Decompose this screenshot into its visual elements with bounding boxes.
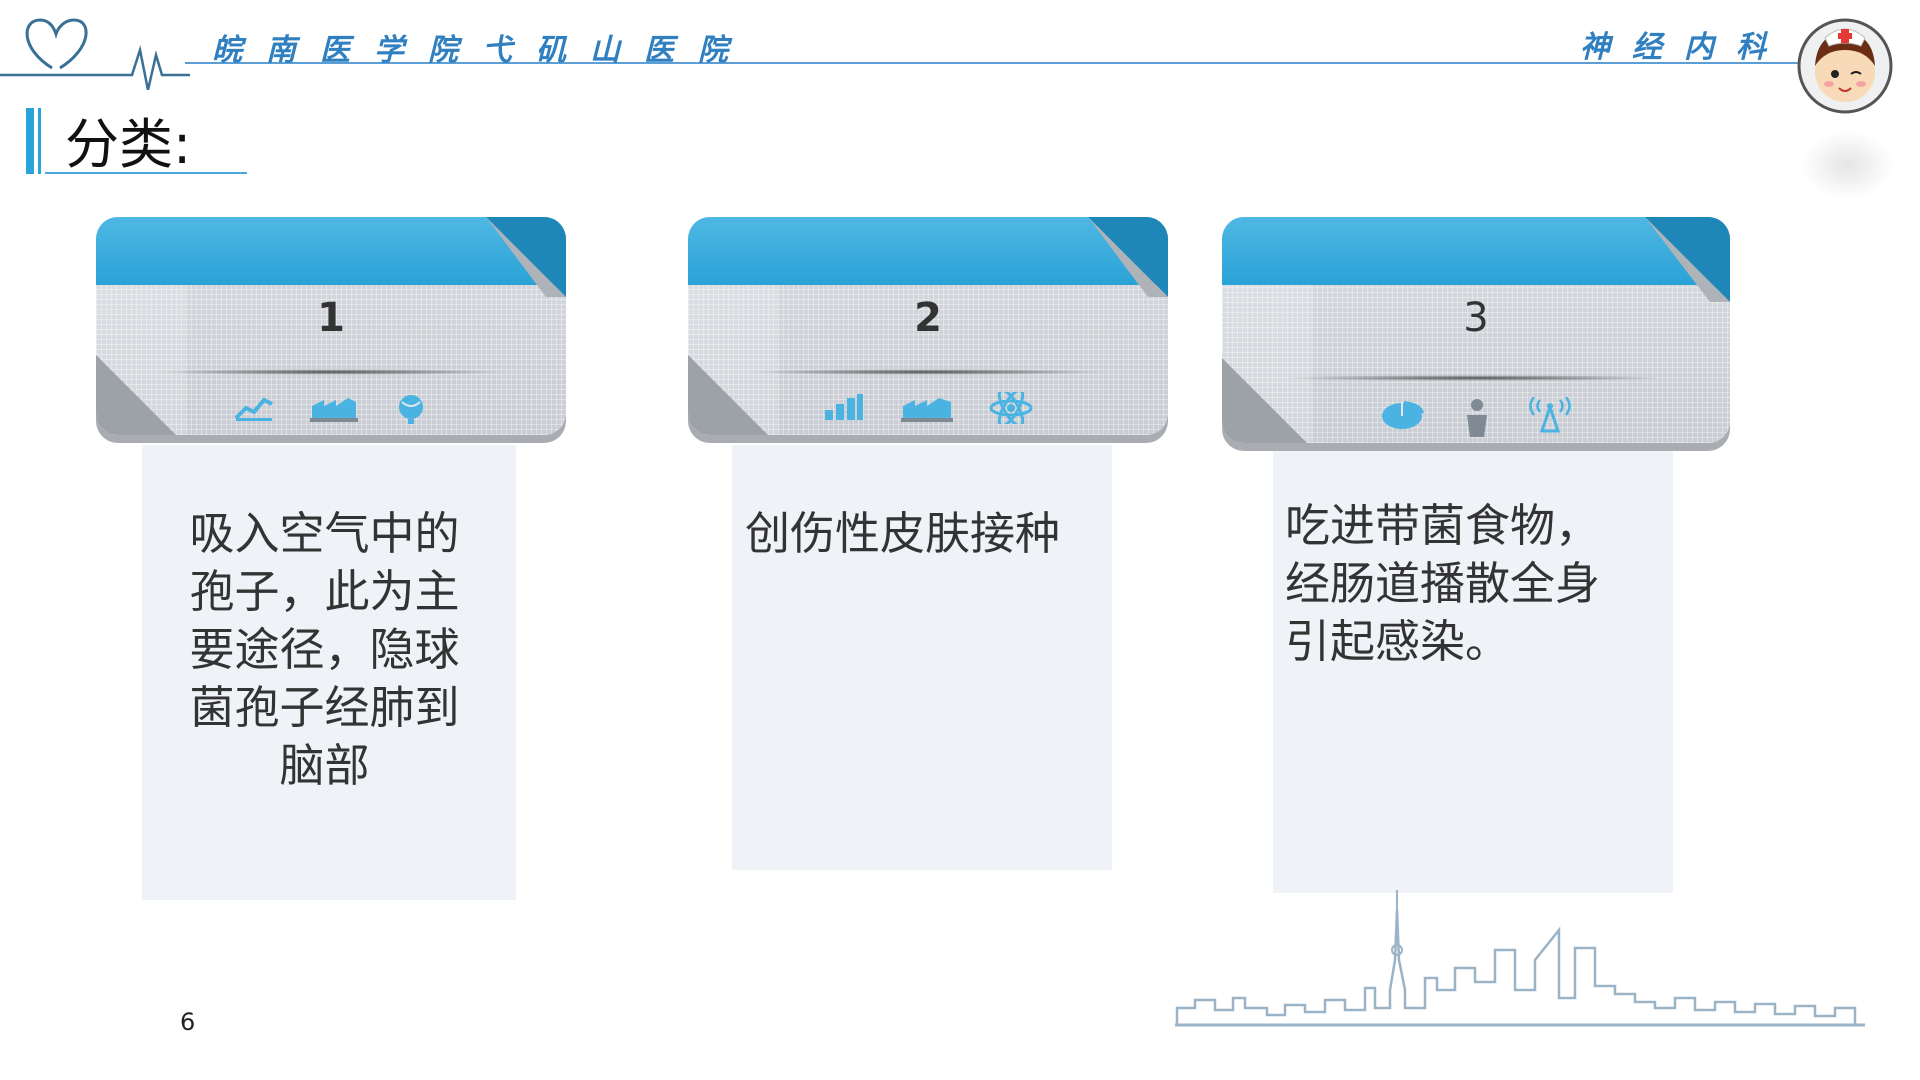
card-3-line-1: 吃进带菌食物， xyxy=(1285,499,1601,552)
card-3-line-2: 经肠道播散全身 xyxy=(1285,557,1601,610)
card-3-text: 吃进带菌食物， 经肠道播散全身 引起感染。 xyxy=(1285,497,1670,671)
globe-icon xyxy=(399,395,423,424)
department-name: 神经内科 xyxy=(1580,30,1788,65)
section-underline xyxy=(45,172,247,174)
person-icon xyxy=(1467,399,1487,437)
card-1-text: 吸入空气中的 孢子，此为主 要途径，隐球 菌孢子经肺到 脑部 xyxy=(162,505,487,795)
line-chart-icon xyxy=(234,397,273,421)
card-2-number: 2 xyxy=(914,295,942,341)
city-skyline-icon xyxy=(1175,890,1865,1027)
card-1-line-2: 孢子，此为主 xyxy=(189,565,460,618)
nurse-avatar-icon xyxy=(1797,18,1893,114)
card-2-line-1: 创伤性皮肤接种 xyxy=(745,507,1061,560)
card-2-header-tile: 2 xyxy=(688,217,1168,435)
card-3-line-3: 引起感染。 xyxy=(1285,615,1511,668)
atom-icon xyxy=(989,392,1033,424)
pie-chart-icon xyxy=(1382,401,1424,429)
card-1-number: 1 xyxy=(317,295,345,341)
card-3-header-tile: 3 xyxy=(1222,217,1730,443)
section-title: 分类: xyxy=(65,113,192,176)
heartbeat-logo-icon xyxy=(0,18,190,90)
card-1-line-1: 吸入空气中的 xyxy=(189,507,460,560)
bar-chart-icon xyxy=(825,394,863,420)
card-1-line-3: 要途径，隐球 xyxy=(189,623,460,676)
card-1-line-5: 脑部 xyxy=(279,739,370,792)
signal-tower-icon xyxy=(1529,397,1571,433)
card-2-text: 创伤性皮肤接种 xyxy=(745,505,1105,563)
hospital-name: 皖南医学院弋矶山医院 xyxy=(212,33,752,68)
avatar-shadow xyxy=(1800,130,1895,200)
card-1-header-tile: 1 xyxy=(96,217,566,435)
card-1-line-4: 菌孢子经肺到 xyxy=(189,681,460,734)
page-number: 6 xyxy=(180,1008,196,1036)
factory-icon xyxy=(901,398,953,422)
factory-icon xyxy=(310,398,358,422)
card-3-number: 3 xyxy=(1463,295,1489,341)
